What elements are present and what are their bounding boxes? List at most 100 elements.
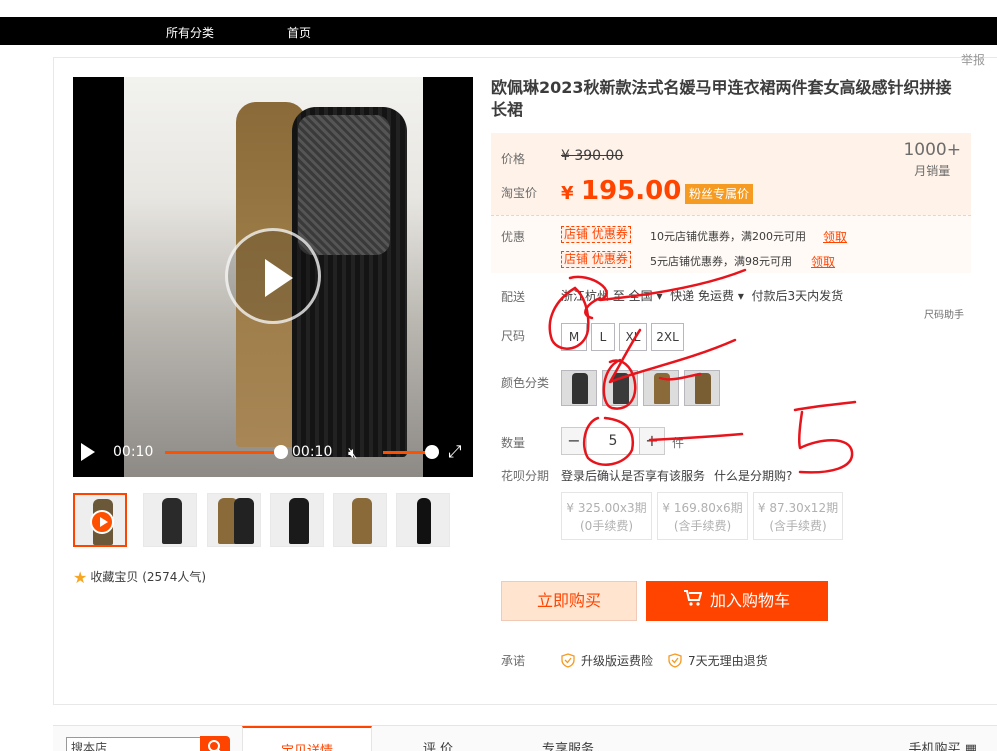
buy-now-button[interactable]: 立即购买: [501, 581, 637, 621]
add-to-cart-button[interactable]: 加入购物车: [646, 581, 828, 621]
swatch-figure: [613, 373, 629, 404]
progress-bar[interactable]: [165, 451, 280, 454]
promo-label: 优惠: [501, 230, 526, 244]
promotion-box: 优惠 店铺 优惠券 10元店铺优惠券，满200元可用 领取 店铺 优惠券 5元店…: [491, 215, 971, 273]
shipping-method-select[interactable]: 快递 免运费 ▾: [670, 289, 744, 303]
progress-handle[interactable]: [274, 445, 288, 459]
color-label: 颜色分类: [501, 376, 550, 390]
ship-from: 浙江杭州 至: [561, 289, 625, 303]
shipping-info: 浙江杭州 至 全国 ▾ 快递 免运费 ▾ 付款后3天内发货: [561, 287, 843, 304]
size-option-2xl[interactable]: 2XL: [651, 323, 684, 351]
quantity-unit: 件: [672, 436, 685, 450]
play-icon: [265, 259, 293, 297]
promise-item[interactable]: 7天无理由退货: [668, 652, 768, 669]
dropdown-caret-icon: ▾: [737, 289, 744, 303]
thumb-figure: [162, 498, 182, 544]
promise-item[interactable]: 升级版运费险: [561, 652, 653, 669]
promise-text: 升级版运费险: [581, 654, 654, 668]
coupon-description: 10元店铺优惠券，满200元可用: [650, 230, 806, 243]
shop-search-input[interactable]: [66, 737, 201, 751]
huabei-label: 花呗分期: [501, 469, 550, 483]
video-controls: 00:10 00:10 🔇︎ ⤢: [73, 439, 473, 467]
total-time: 00:10: [292, 444, 333, 460]
thumbnail-image[interactable]: [207, 493, 261, 547]
thumbnail-image[interactable]: [270, 493, 324, 547]
coupon-description: 5元店铺优惠券，满98元可用: [650, 255, 792, 268]
detail-tab-bar: 宝贝详情 评 价 专享服务 手机购买 ▦: [53, 725, 997, 751]
quantity-decrease-button[interactable]: −: [561, 427, 587, 455]
play-pause-icon[interactable]: [81, 443, 95, 461]
size-option-m[interactable]: M: [561, 323, 587, 351]
tab-exclusive-service[interactable]: 专享服务: [523, 726, 613, 751]
quantity-label: 数量: [501, 436, 526, 450]
product-title: 欧佩琳2023秋新款法式名媛马甲连衣裙两件套女高级感针织拼接长裙: [491, 78, 952, 119]
huabei-notice: 登录后确认是否享有该服务: [561, 469, 706, 483]
mobile-purchase-link[interactable]: 手机购买 ▦: [909, 738, 977, 751]
favorite-button[interactable]: ★ 收藏宝贝 (2574人气): [73, 568, 206, 587]
installment-option[interactable]: ¥ 325.00x3期 (0手续费): [561, 492, 652, 540]
nav-home[interactable]: 首页: [287, 24, 311, 41]
play-button[interactable]: [225, 228, 321, 324]
coupon-tag: 店铺 优惠券: [561, 251, 631, 268]
color-swatch[interactable]: [602, 370, 638, 406]
size-option-l[interactable]: L: [591, 323, 615, 351]
swatch-figure: [572, 373, 588, 404]
current-time: 00:10: [113, 444, 154, 460]
installment-amount: ¥ 87.30x12期: [757, 501, 839, 515]
claim-coupon-link[interactable]: 领取: [811, 253, 835, 270]
top-nav-bar: 所有分类 首页: [0, 17, 997, 45]
search-button[interactable]: [200, 736, 230, 751]
thumb-figure: [289, 498, 309, 544]
color-swatch[interactable]: [561, 370, 597, 406]
thumb-figure: [417, 498, 431, 544]
thumb-figure: [234, 498, 254, 544]
nav-all-categories[interactable]: 所有分类: [166, 24, 214, 41]
installment-fee: (含手续费): [769, 519, 827, 533]
color-swatch[interactable]: [684, 370, 720, 406]
quantity-input[interactable]: [587, 427, 639, 455]
price-box: 价格 ¥ 390.00 淘宝价 ¥ 195.00 粉丝专属价 1000+ 月销量: [491, 133, 971, 215]
installment-option[interactable]: ¥ 87.30x12期 (含手续费): [753, 492, 843, 540]
volume-handle[interactable]: [425, 445, 439, 459]
shield-icon: [561, 653, 575, 668]
price-label: 价格: [501, 152, 526, 166]
fullscreen-icon[interactable]: ⤢: [448, 442, 462, 462]
coupon-tag: 店铺 优惠券: [561, 226, 631, 243]
cart-icon: [683, 581, 703, 621]
installment-amount: ¥ 325.00x3期: [566, 501, 647, 515]
dispatch-time: 付款后3天内发货: [751, 289, 844, 303]
thumbnail-image[interactable]: [143, 493, 197, 547]
size-option-xl[interactable]: XL: [619, 323, 647, 351]
tweed-vest-figure: [298, 115, 390, 255]
favorite-label: 收藏宝贝: [90, 570, 139, 584]
thumbnail-image[interactable]: [333, 493, 387, 547]
mute-icon[interactable]: 🔇︎: [348, 444, 357, 462]
search-icon: [208, 740, 221, 751]
currency-symbol: ¥: [561, 183, 574, 204]
installment-option[interactable]: ¥ 169.80x6期 (含手续费): [657, 492, 748, 540]
ship-to-select[interactable]: 全国 ▾: [629, 289, 663, 303]
mobile-purchase-label: 手机购买: [908, 742, 961, 751]
swatch-figure: [654, 373, 670, 404]
promise-text: 7天无理由退货: [688, 654, 768, 668]
video-play-icon: [90, 510, 114, 534]
huabei-info-link[interactable]: 什么是分期购?: [714, 467, 792, 484]
fan-price-badge: 粉丝专属价: [685, 184, 754, 204]
claim-coupon-link[interactable]: 领取: [823, 228, 847, 245]
thumbnail-image[interactable]: [396, 493, 450, 547]
tab-reviews[interactable]: 评 价: [393, 726, 483, 751]
current-price: 195.00: [581, 176, 682, 206]
report-link[interactable]: 举报: [961, 51, 985, 68]
shipping-label: 配送: [501, 290, 526, 304]
shield-icon: [668, 653, 682, 668]
size-helper-link[interactable]: 尺码助手: [924, 306, 964, 321]
thumb-figure: [352, 498, 372, 544]
thumbnail-video[interactable]: [73, 493, 127, 547]
product-video[interactable]: 00:10 00:10 🔇︎ ⤢: [73, 77, 473, 477]
monthly-sales-label: 月销量: [914, 164, 951, 178]
tab-item-details[interactable]: 宝贝详情: [242, 726, 372, 751]
quantity-increase-button[interactable]: +: [639, 427, 665, 455]
color-swatch[interactable]: [643, 370, 679, 406]
swatch-figure: [695, 373, 711, 404]
promise-label: 承诺: [501, 654, 526, 668]
